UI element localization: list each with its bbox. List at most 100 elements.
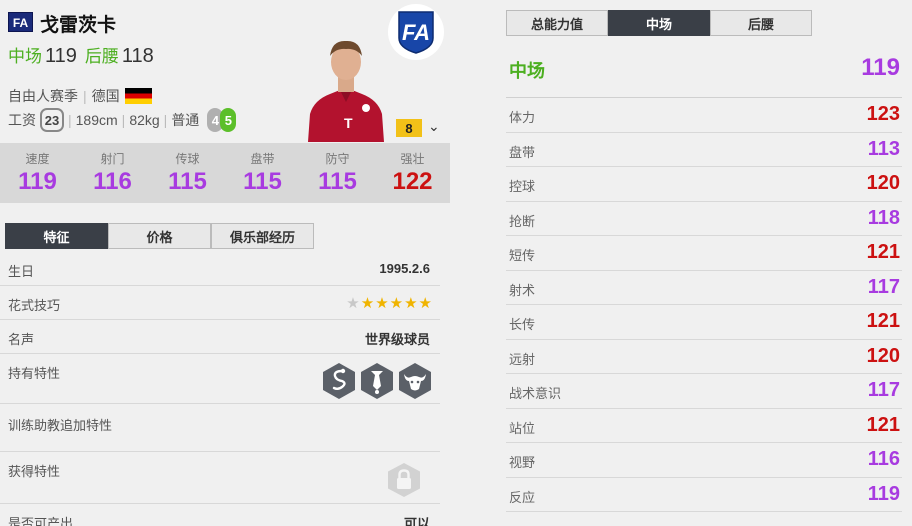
- foot-ratings: 4 5: [207, 108, 237, 132]
- attribute-list: 体力 123 盘带 113 控球 120 抢断 118 短传 121 射术 117 长传 121 远射 120…: [506, 98, 902, 512]
- stat-item: 射门 116: [75, 143, 150, 203]
- physical-info-line: 工资 23 | 189cm | 82kg | 普通 4 5: [8, 108, 237, 132]
- list-item-skill-moves: 花式技巧 ★ ★ ★ ★ ★ ★: [0, 286, 440, 320]
- detail-tabs: 特征 价格 俱乐部经历: [5, 223, 314, 249]
- attribute-label: 视野: [509, 455, 536, 470]
- attribute-value: 120: [866, 344, 900, 367]
- svg-text:FA: FA: [402, 20, 430, 45]
- attribute-label: 盘带: [509, 144, 536, 160]
- stat-value: 122: [392, 168, 433, 195]
- stat-label: 强壮: [400, 152, 425, 166]
- tab-club-history[interactable]: 俱乐部经历: [211, 223, 314, 249]
- stat-label: 盘带: [250, 152, 275, 166]
- attribute-value: 117: [867, 379, 900, 401]
- list-item-coach-traits: 训练助教追加特性: [0, 404, 440, 452]
- detail-list: 生日 1995.2.6 花式技巧 ★ ★ ★ ★ ★ ★ 名声 世界级球员 持有特性: [0, 252, 440, 526]
- player-photo: T: [308, 40, 384, 142]
- main-stats-bar: 速度 119 射门 116 传球 115 盘带 115 防守 115 强壮 122: [0, 143, 450, 203]
- attribute-value: 120: [866, 172, 900, 194]
- body-type: 普通: [171, 112, 200, 128]
- attribute-label: 控球: [509, 179, 536, 194]
- height: 189cm: [75, 112, 118, 128]
- player-detail-screen: FA 戈雷茨卡 中场 119 后腰 118 自由人赛季 | 德国 工资 23 | 18…: [0, 0, 912, 526]
- star-icon: ★: [418, 295, 432, 312]
- divider: |: [121, 112, 126, 128]
- attribute-row: 视野 116: [506, 443, 902, 478]
- stat-item: 强壮 122: [375, 143, 450, 203]
- attribute-tabs: 总能力值 中场 后腰: [506, 10, 902, 36]
- fame-value: 世界级球员: [364, 332, 430, 347]
- season-name: 自由人赛季: [8, 88, 78, 104]
- coach-traits-label: 训练助教追加特性: [8, 418, 113, 433]
- divider: |: [68, 112, 72, 128]
- attribute-label: 反应: [509, 489, 536, 505]
- attribute-row: 站位 121: [506, 409, 902, 443]
- birthday-label: 生日: [8, 264, 35, 279]
- stat-label: 射门: [100, 152, 125, 166]
- stat-label: 防守: [325, 152, 350, 166]
- stat-value: 116: [93, 168, 132, 195]
- skill-moves-label: 花式技巧: [8, 298, 61, 313]
- divider: |: [83, 88, 87, 104]
- attribute-label: 站位: [509, 420, 536, 436]
- producible-label: 是否可产出: [8, 516, 74, 526]
- enhance-level-badge[interactable]: 8: [396, 119, 422, 137]
- stat-label: 传球: [175, 152, 200, 166]
- attribute-row: 盘带 113: [506, 133, 902, 167]
- position-1-value: 119: [45, 45, 77, 67]
- fame-label: 名声: [8, 332, 35, 347]
- strong-foot-badge: 5: [220, 108, 237, 132]
- stat-value: 115: [318, 168, 357, 195]
- obtained-traits-label: 获得特性: [8, 464, 61, 479]
- attribute-row: 控球 120: [506, 167, 902, 202]
- snake-trait-icon[interactable]: [322, 362, 356, 400]
- attribute-row: 长传 121: [506, 305, 902, 340]
- season-badge: FA: [8, 12, 33, 32]
- attribute-row: 短传 121: [506, 236, 902, 271]
- attribute-value: 118: [867, 206, 900, 229]
- club-logo: FA: [388, 4, 444, 60]
- wage-value: 23: [40, 108, 64, 132]
- tab-traits[interactable]: 特征: [5, 223, 108, 249]
- tie-trait-icon[interactable]: [360, 362, 394, 400]
- birthday-value: 1995.2.6: [379, 261, 430, 276]
- tab-price[interactable]: 价格: [108, 223, 211, 249]
- producible-value: 可以: [403, 516, 430, 526]
- position-value: 119: [861, 54, 900, 81]
- position-rating-header: 中场 119: [506, 52, 902, 98]
- tab-cdm[interactable]: 后腰: [710, 10, 812, 36]
- stat-value: 115: [243, 168, 282, 195]
- season-nation-line: 自由人赛季 | 德国: [8, 86, 152, 106]
- attribute-label: 远射: [509, 351, 536, 367]
- list-item-producible: 是否可产出 可以: [0, 504, 440, 526]
- stat-item: 盘带 115: [225, 143, 300, 203]
- attribute-row: 抢断 118: [506, 202, 902, 236]
- attribute-row: 体力 123: [506, 98, 902, 133]
- skill-stars: ★ ★ ★ ★ ★ ★: [346, 294, 432, 312]
- tab-midfield[interactable]: 中场: [608, 10, 710, 36]
- tab-overall[interactable]: 总能力值: [506, 10, 608, 36]
- trait-icons: [322, 362, 432, 400]
- star-icon: ★: [404, 295, 418, 312]
- star-icon: ★: [346, 295, 360, 312]
- attribute-row: 射术 117: [506, 271, 902, 305]
- svg-text:T: T: [344, 115, 353, 131]
- stat-item: 传球 115: [150, 143, 225, 203]
- stat-value: 119: [18, 168, 57, 195]
- attribute-label: 体力: [509, 110, 536, 125]
- wage-label: 工资: [8, 112, 36, 128]
- star-icon: ★: [360, 295, 375, 312]
- attribute-value: 119: [867, 482, 900, 505]
- nation-name: 德国: [91, 88, 120, 104]
- position-2-value: 118: [121, 45, 154, 67]
- chevron-down-icon[interactable]: ⌄: [428, 118, 440, 135]
- divider: |: [163, 112, 168, 128]
- list-item-obtained-traits: 获得特性: [0, 452, 440, 504]
- player-name: 戈雷茨卡: [40, 15, 117, 36]
- attribute-label: 长传: [509, 317, 536, 332]
- attribute-value: 123: [866, 103, 900, 125]
- bull-trait-icon[interactable]: [398, 362, 432, 400]
- attribute-value: 121: [866, 241, 900, 263]
- stat-item: 防守 115: [300, 143, 375, 203]
- attribute-value: 113: [867, 137, 900, 160]
